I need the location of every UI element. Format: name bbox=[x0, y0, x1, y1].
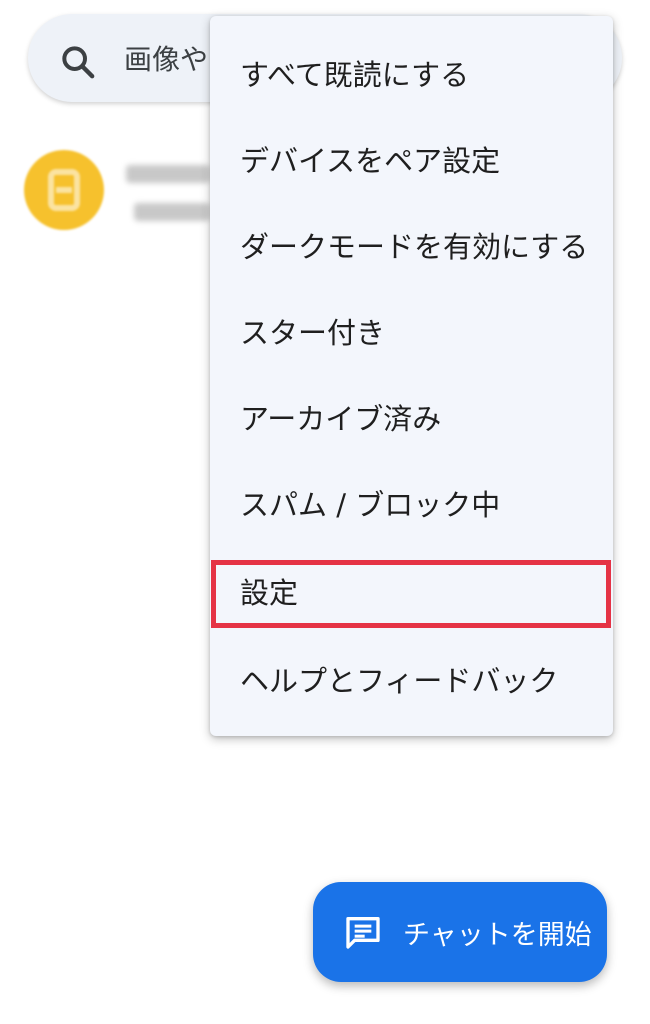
conversation-name-blurred bbox=[126, 165, 210, 183]
menu-item-label: スター付き bbox=[240, 316, 386, 350]
search-placeholder[interactable]: 画像や bbox=[124, 40, 208, 80]
menu-item-archived[interactable]: アーカイブ済み bbox=[210, 374, 613, 460]
menu-item-dark-mode[interactable]: ダークモードを有効にする bbox=[210, 202, 613, 288]
overflow-menu: すべて既読にする デバイスをペア設定 ダークモードを有効にする スター付き アー… bbox=[210, 16, 613, 736]
menu-item-label: ダークモードを有効にする bbox=[240, 230, 589, 264]
menu-item-settings[interactable]: 設定 bbox=[210, 548, 613, 634]
menu-item-pair-device[interactable]: デバイスをペア設定 bbox=[210, 116, 613, 202]
avatar[interactable] bbox=[24, 150, 104, 230]
menu-item-spam-blocked[interactable]: スパム / ブロック中 bbox=[210, 460, 613, 546]
menu-item-label: デバイスをペア設定 bbox=[240, 144, 501, 178]
start-chat-label: チャットを開始 bbox=[403, 919, 592, 951]
menu-item-label: スパム / ブロック中 bbox=[240, 488, 501, 522]
chat-message-icon bbox=[346, 917, 380, 949]
menu-item-starred[interactable]: スター付き bbox=[210, 288, 613, 374]
menu-item-label: 設定 bbox=[240, 576, 299, 610]
menu-item-label: ヘルプとフィードバック bbox=[240, 664, 559, 698]
menu-item-label: すべて既読にする bbox=[240, 58, 470, 92]
search-icon[interactable] bbox=[58, 42, 98, 82]
menu-item-label: アーカイブ済み bbox=[240, 402, 442, 436]
start-chat-button[interactable]: チャットを開始 bbox=[313, 882, 607, 982]
avatar-glyph bbox=[48, 169, 80, 211]
menu-item-mark-all-read[interactable]: すべて既読にする bbox=[210, 30, 613, 116]
messages-screen: 画像や すべて既読にする デバイスをペア設定 ダークモードを有効にする スター付… bbox=[0, 0, 650, 1024]
menu-item-help-feedback[interactable]: ヘルプとフィードバック bbox=[210, 636, 613, 722]
conversation-snippet-blurred bbox=[134, 203, 210, 221]
